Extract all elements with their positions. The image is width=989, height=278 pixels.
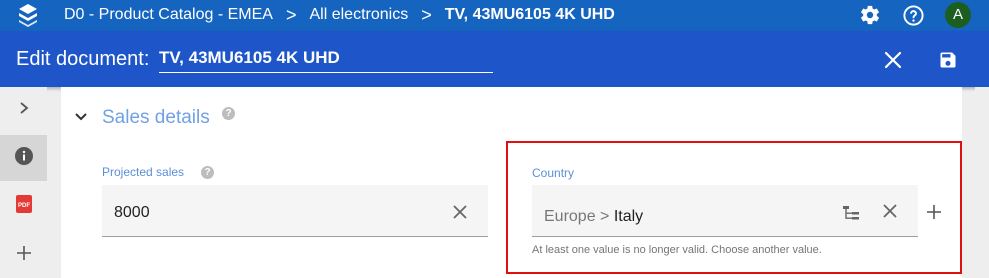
breadcrumb-item-category[interactable]: All electronics <box>309 6 408 24</box>
projected-sales-input[interactable] <box>102 185 488 237</box>
info-icon <box>14 146 34 171</box>
breadcrumb-separator: > <box>421 5 432 25</box>
add-value-icon[interactable] <box>926 204 942 220</box>
breadcrumb: D0 - Product Catalog - EMEA > All electr… <box>64 6 615 24</box>
pdf-tab-button[interactable]: PDF <box>0 183 47 229</box>
breadcrumb-separator: > <box>285 5 297 25</box>
gear-icon[interactable] <box>859 4 881 26</box>
country-path-leaf: Italy <box>613 208 644 225</box>
projected-sales-label: Projected sales <box>102 165 185 179</box>
side-rail: PDF <box>0 87 47 278</box>
breadcrumb-item-catalog[interactable]: D0 - Product Catalog - EMEA <box>64 6 273 24</box>
tree-browse-icon[interactable] <box>842 204 860 222</box>
chevron-down-icon[interactable] <box>74 110 88 124</box>
help-icon[interactable]: ? <box>222 107 235 120</box>
top-app-bar: D0 - Product Catalog - EMEA > All electr… <box>0 0 989 31</box>
projected-sales-value: 8000 <box>114 204 150 221</box>
chevron-right-icon <box>17 101 31 120</box>
help-icon[interactable] <box>902 4 925 27</box>
edit-document-label: Edit document: <box>16 48 150 70</box>
pdf-icon: PDF <box>15 194 33 219</box>
validation-message: At least one value is no longer valid. C… <box>532 244 822 256</box>
section-title[interactable]: Sales details <box>102 107 210 129</box>
document-name-field[interactable]: TV, 43MU6105 4K UHD <box>159 48 493 73</box>
scrollbar-track[interactable] <box>975 87 989 278</box>
avatar[interactable]: A <box>945 2 971 28</box>
help-icon[interactable]: ? <box>201 166 214 179</box>
country-path-separator: > <box>595 208 614 225</box>
info-tab-button[interactable] <box>0 135 47 181</box>
expand-rail-button[interactable] <box>0 87 47 133</box>
country-label: Country <box>532 166 575 180</box>
plus-icon <box>16 245 32 266</box>
layers-logo-icon[interactable] <box>17 3 39 28</box>
svg-text:PDF: PDF <box>18 203 30 209</box>
breadcrumb-item-current: TV, 43MU6105 4K UHD <box>444 6 615 23</box>
country-value: Europe > Italy <box>544 208 643 226</box>
save-icon[interactable] <box>938 50 958 70</box>
clear-icon[interactable] <box>452 204 468 220</box>
edit-document-bar: Edit document: TV, 43MU6105 4K UHD <box>0 31 989 87</box>
clear-icon[interactable] <box>882 203 898 219</box>
country-path-parent: Europe <box>544 208 596 225</box>
add-tab-button[interactable] <box>0 232 47 278</box>
close-icon[interactable] <box>884 51 902 69</box>
